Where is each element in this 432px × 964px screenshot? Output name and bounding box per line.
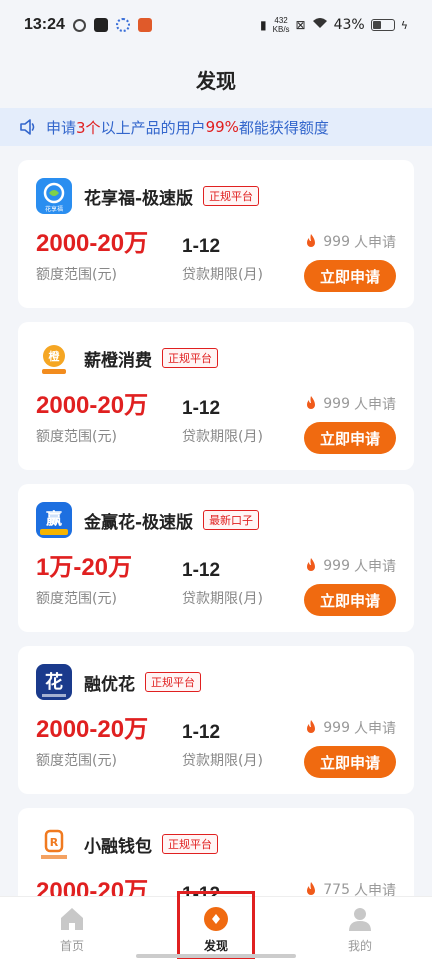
- notice-middle: 以上产品的用户: [100, 118, 206, 137]
- applicant-number: 999: [323, 720, 350, 736]
- amount-value: 2000-20万: [36, 392, 149, 419]
- apply-button[interactable]: 立即申请: [304, 746, 396, 778]
- notice-suffix: 都能获得额度: [238, 118, 329, 137]
- net-speed: 432 KB/s: [273, 16, 290, 34]
- active-tab-highlight: [177, 891, 255, 959]
- product-list: 花享福 花享福-极速版 正规平台 2000-20万 1-12 额度范围(元) 贷…: [0, 146, 432, 956]
- home-indicator[interactable]: [136, 954, 296, 958]
- apply-button[interactable]: 立即申请: [304, 260, 396, 292]
- svg-text:花: 花: [45, 671, 63, 693]
- product-card[interactable]: 花 融优花 正规平台 2000-20万 1-12 额度范围(元) 贷款期限(月)…: [18, 646, 414, 794]
- product-tag: 正规平台: [145, 672, 201, 692]
- amount-label: 额度范围(元): [36, 267, 117, 283]
- apply-button[interactable]: 立即申请: [304, 422, 396, 454]
- applicant-count: 999 人申请: [303, 556, 396, 576]
- applicant-suffix: 人申请: [354, 235, 396, 251]
- amount-label: 额度范围(元): [36, 753, 117, 769]
- product-logo-icon: 橙: [36, 340, 72, 376]
- term-label: 贷款期限(月): [182, 429, 263, 445]
- app-notification-icon: [72, 18, 86, 32]
- product-logo-icon: 赢: [36, 502, 72, 538]
- status-right: ▮ 432 KB/s ⊠ 43% ϟ: [260, 16, 408, 34]
- applicant-count: 999 人申请: [303, 232, 396, 252]
- tab-mine[interactable]: 我的: [310, 897, 410, 954]
- product-name: 薪橙消费: [84, 350, 152, 371]
- svg-text:花享福: 花享福: [45, 205, 63, 213]
- vibrate-icon: ▮: [260, 18, 267, 32]
- amount-value: 2000-20万: [36, 716, 149, 743]
- term-label: 贷款期限(月): [182, 267, 263, 283]
- fire-icon: [307, 396, 316, 409]
- applicant-number: 999: [323, 396, 350, 412]
- apply-button[interactable]: 立即申请: [304, 584, 396, 616]
- amount-label: 额度范围(元): [36, 591, 117, 607]
- fire-icon: [307, 558, 316, 571]
- fire-icon: [307, 234, 316, 247]
- term-label: 贷款期限(月): [182, 591, 263, 607]
- status-bar: 13:24 ▮ 432 KB/s ⊠ 43% ϟ: [0, 0, 432, 50]
- home-icon: [61, 908, 83, 930]
- term-value: 1-12: [182, 722, 221, 743]
- tiktok-icon: [93, 18, 108, 32]
- bottom-tab-bar: 首页 发现 我的: [0, 891, 432, 964]
- amount-label: 额度范围(元): [36, 429, 117, 445]
- product-logo-icon: 花: [36, 664, 72, 700]
- charging-icon: ϟ: [400, 18, 408, 32]
- svg-text:橙: 橙: [49, 349, 61, 363]
- term-value: 1-12: [182, 236, 221, 257]
- tab-home-label: 首页: [59, 939, 84, 953]
- user-icon: [349, 908, 371, 931]
- term-value: 1-12: [182, 398, 221, 419]
- net-speed-value: 432: [274, 16, 288, 25]
- battery-percent: 43%: [333, 17, 365, 33]
- status-time: 13:24: [24, 16, 65, 33]
- notice-prefix: 申请: [46, 118, 77, 137]
- amount-value: 1万-20万: [36, 554, 133, 581]
- applicant-number: 999: [323, 558, 350, 574]
- notice-percent: 99%: [205, 118, 239, 136]
- applicant-suffix: 人申请: [354, 559, 396, 575]
- product-card[interactable]: 赢 金赢花-极速版 最新口子 1万-20万 1-12 额度范围(元) 贷款期限(…: [18, 484, 414, 632]
- term-label: 贷款期限(月): [182, 753, 263, 769]
- product-tag: 正规平台: [162, 348, 218, 368]
- snowflake-icon: [115, 18, 130, 32]
- product-name: 融优花: [84, 674, 135, 695]
- svg-text:R: R: [50, 836, 59, 849]
- battery-icon: [370, 19, 395, 31]
- notice-banner: 申请 3个 以上产品的用户 99% 都能获得额度: [0, 108, 432, 146]
- status-left: 13:24: [24, 16, 152, 34]
- applicant-count: 999 人申请: [303, 718, 396, 738]
- notice-num: 3个: [76, 118, 101, 137]
- sim-icon: ⊠: [295, 18, 306, 32]
- product-name: 花享福-极速版: [84, 188, 194, 209]
- tab-home[interactable]: 首页: [22, 897, 122, 954]
- net-speed-unit: KB/s: [272, 25, 290, 34]
- speaker-icon: [20, 119, 35, 135]
- applicant-suffix: 人申请: [354, 721, 396, 737]
- product-card[interactable]: 花享福 花享福-极速版 正规平台 2000-20万 1-12 额度范围(元) 贷…: [18, 160, 414, 308]
- amount-value: 2000-20万: [36, 230, 149, 257]
- product-tag: 正规平台: [203, 186, 260, 206]
- product-tag: 最新口子: [203, 510, 260, 530]
- wifi-icon: [312, 17, 328, 33]
- product-name: 小融钱包: [84, 836, 152, 857]
- applicant-number: 999: [323, 234, 350, 250]
- term-value: 1-12: [182, 560, 221, 581]
- tab-mine-label: 我的: [347, 939, 372, 953]
- product-card[interactable]: 橙 薪橙消费 正规平台 2000-20万 1-12 额度范围(元) 贷款期限(月…: [18, 322, 414, 470]
- product-logo-icon: 花享福: [36, 178, 72, 214]
- applicant-suffix: 人申请: [354, 397, 396, 413]
- product-tag: 正规平台: [162, 834, 218, 854]
- product-name: 金赢花-极速版: [84, 512, 194, 533]
- tab-discover[interactable]: 发现: [166, 891, 266, 959]
- svg-text:赢: 赢: [46, 509, 62, 528]
- product-logo-icon: R: [36, 826, 72, 862]
- page-title: 发现: [196, 68, 236, 93]
- applicant-count: 999 人申请: [303, 394, 396, 414]
- app-badge-icon: [137, 18, 152, 32]
- fire-icon: [307, 720, 316, 733]
